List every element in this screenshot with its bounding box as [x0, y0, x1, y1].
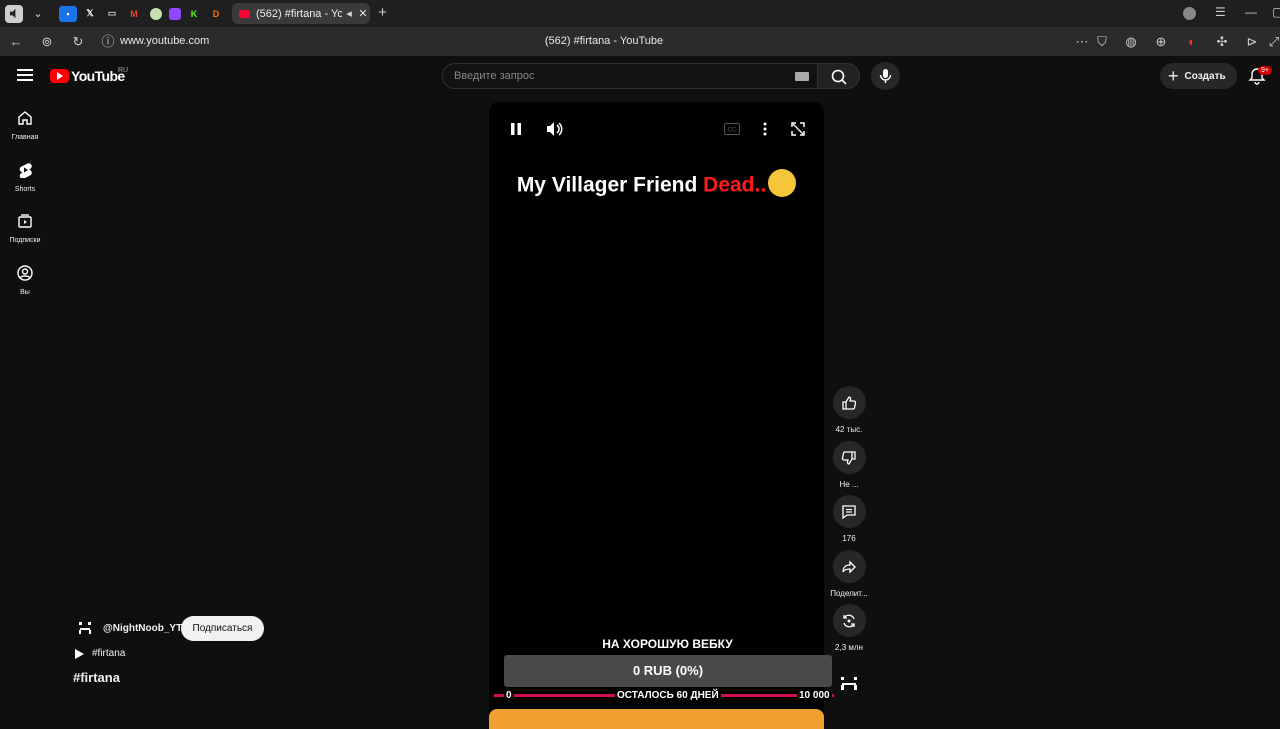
svg-text:CC: CC: [728, 128, 737, 134]
donation-goal-title: НА ХОРОШУЮ ВЕБКУ: [602, 637, 733, 651]
donate-button[interactable]: [489, 709, 824, 729]
extension-red-icon[interactable]: ◐: [1184, 34, 1200, 50]
youtube-favicon-icon: [239, 9, 250, 18]
share-label: Поделит...: [830, 589, 868, 598]
volume-icon[interactable]: [546, 121, 564, 137]
search-placeholder: Введите запрос: [454, 70, 535, 82]
search-input[interactable]: Введите запрос: [442, 63, 818, 89]
comment-count: 176: [842, 534, 856, 543]
channel-name[interactable]: @NightNoob_YT: [103, 623, 182, 634]
subscriptions-icon: [18, 214, 32, 228]
caption-main-text: My Villager Friend: [516, 173, 704, 197]
guide-label: Вы: [20, 289, 30, 296]
like-button[interactable]: 42 тыс.: [823, 386, 875, 434]
bookmark-icon[interactable]: ⛉: [1094, 34, 1110, 50]
more-dots-icon[interactable]: ⋯: [1074, 34, 1090, 50]
extensions-puzzle-icon[interactable]: ✣: [1214, 34, 1230, 50]
create-label: Создать: [1184, 70, 1226, 82]
extension-a-icon[interactable]: ◍: [1123, 34, 1139, 50]
captions-icon[interactable]: CC: [724, 123, 740, 135]
guide-item-you[interactable]: Вы: [0, 265, 50, 296]
close-tab-icon[interactable]: ✕: [356, 7, 370, 20]
keyboard-icon[interactable]: [795, 72, 809, 81]
notification-badge: 9+: [1258, 66, 1272, 75]
guide-item-shorts[interactable]: Shorts: [0, 162, 50, 193]
speaker-icon[interactable]: [5, 4, 23, 23]
pinned-tab-chatgpt[interactable]: [150, 7, 162, 20]
remix-icon: [843, 614, 855, 627]
hashtag-link[interactable]: #firtana: [75, 648, 125, 659]
guide-item-home[interactable]: Главная: [0, 110, 50, 141]
guide-label: Подписки: [9, 237, 41, 244]
pause-icon[interactable]: [509, 122, 523, 136]
page-title: (562) #firtana - YouTube: [544, 35, 664, 47]
search-button[interactable]: [817, 63, 860, 89]
browser-tab-strip: ⌄ ▪ 𝕏 ▭ M K D: [0, 0, 1280, 27]
active-tab-title: (562) #firtana - YouT: [256, 7, 342, 20]
comments-button[interactable]: 176: [823, 495, 875, 543]
subscribe-button[interactable]: Подписаться: [181, 616, 264, 641]
hashtag-text: #firtana: [92, 648, 126, 659]
guide-label: Главная: [11, 134, 39, 141]
tab-audio-icon[interactable]: ◂: [342, 7, 356, 20]
pinned-tab-x[interactable]: 𝕏: [81, 6, 99, 22]
remix-button[interactable]: 2,3 млн: [823, 604, 875, 652]
caption-red-text: Dead..: [703, 173, 767, 197]
microphone-icon: [879, 69, 892, 83]
pinned-tab-twitch[interactable]: [169, 7, 181, 20]
donation-progress-bar: 0 RUB (0%): [504, 655, 832, 687]
shorts-icon: [19, 163, 32, 179]
play-triangle-icon: [75, 648, 84, 659]
account-icon: [17, 265, 33, 281]
media-control-icon[interactable]: ⊳: [1244, 34, 1260, 50]
logo-text: YouTube: [71, 68, 125, 84]
create-button[interactable]: + Создать: [1160, 63, 1237, 89]
donation-min-label: 0: [504, 690, 514, 701]
guide-menu-icon[interactable]: [17, 69, 33, 81]
dislike-label: Не ...: [839, 480, 859, 489]
sidebar-toggle-icon[interactable]: ⤢: [1266, 34, 1280, 50]
profile-icon[interactable]: [1183, 7, 1196, 20]
youtube-play-icon: [50, 69, 69, 83]
thumbs-up-icon: [842, 395, 857, 410]
share-icon: [842, 559, 856, 574]
remix-count: 2,3 млн: [835, 643, 863, 652]
tab-search-icon[interactable]: ☰: [1215, 5, 1226, 19]
fullscreen-icon[interactable]: [791, 122, 805, 136]
pinned-tab-gmail[interactable]: M: [125, 6, 143, 22]
search-icon: [831, 69, 847, 85]
comment-icon: [842, 504, 856, 519]
voice-search-button[interactable]: [871, 62, 900, 90]
channel-avatar-icon[interactable]: [77, 620, 93, 636]
guide-item-subscriptions[interactable]: Подписки: [0, 213, 50, 244]
pinned-tab-donationalerts[interactable]: D: [207, 6, 225, 22]
region-code: RU: [118, 67, 129, 74]
shorts-player[interactable]: CC My Villager Friend Dead..: [489, 102, 824, 722]
pinned-tab-youtube[interactable]: ▭: [103, 6, 121, 22]
channel-avatar-thumbnail[interactable]: [835, 670, 863, 698]
pinned-tab-kick[interactable]: K: [185, 6, 203, 22]
thumbs-down-icon: [841, 450, 856, 465]
pixel-face-icon: [841, 677, 857, 690]
guide-label: Shorts: [14, 186, 36, 193]
video-title: #firtana: [73, 670, 120, 685]
video-caption: My Villager Friend Dead..: [489, 169, 824, 200]
home-icon: [18, 111, 32, 125]
donation-max-label: 10 000: [797, 690, 832, 701]
more-vertical-icon[interactable]: [762, 122, 768, 136]
minimize-icon[interactable]: —: [1245, 5, 1257, 19]
youtube-logo[interactable]: YouTube RU: [50, 67, 129, 84]
pinned-tab-messenger[interactable]: ▪: [59, 5, 77, 22]
plus-icon: +: [1168, 66, 1179, 86]
donation-remaining-label: ОСТАЛОСЬ 60 ДНЕЙ: [615, 690, 721, 701]
new-tab-button[interactable]: +: [374, 5, 391, 22]
vpn-globe-icon[interactable]: ⊕: [1153, 34, 1169, 50]
share-button[interactable]: Поделит...: [823, 550, 875, 598]
chevron-down-icon[interactable]: ⌄: [29, 5, 47, 23]
like-count: 42 тыс.: [835, 425, 863, 434]
dislike-button[interactable]: Не ...: [823, 441, 875, 489]
active-tab[interactable]: (562) #firtana - YouT ◂ ✕: [232, 3, 370, 24]
maximize-icon[interactable]: ▢: [1272, 5, 1280, 19]
crying-face-emoji-icon: [768, 169, 797, 197]
